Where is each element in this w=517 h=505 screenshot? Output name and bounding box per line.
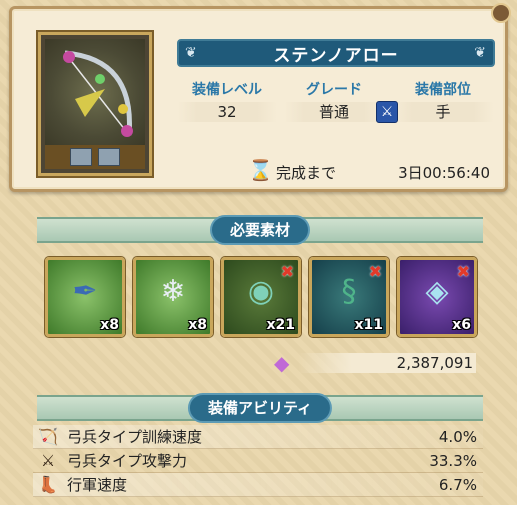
ability-value: 33.3% (429, 452, 477, 470)
abilities-banner: 装備アビリティ (37, 393, 483, 423)
cost-value: 2,387,091 (396, 354, 473, 372)
material-serpent[interactable]: § ✖ x11 (309, 257, 389, 337)
slot-label: 装備部位 (415, 82, 471, 98)
ability-name: 行軍速度 (67, 476, 128, 494)
item-card: ❦ ステンノアロー ❦ 装備レベル 32 グレード 普通 装備部位 手 ⚔ ⌛ … (9, 3, 511, 192)
missing-x-icon: ✖ (368, 262, 382, 281)
gem-icon: ◆ (274, 351, 290, 375)
material-count: x8 (188, 317, 207, 333)
material-count: x8 (100, 317, 119, 333)
item-portrait (38, 32, 152, 176)
ability-row: 👢 行軍速度 6.7% (33, 473, 483, 497)
materials-title: 必要素材 (209, 215, 311, 245)
missing-x-icon: ✖ (456, 262, 470, 281)
gem-slot-1 (70, 148, 92, 166)
material-crystal-drop[interactable]: ◈ ✖ x6 (397, 257, 477, 337)
feather-icon: ✒ (72, 274, 98, 309)
gem-slot-2 (98, 148, 120, 166)
stat-level: 装備レベル 32 (177, 79, 277, 122)
level-value: 32 (177, 102, 277, 122)
bow-icon (45, 39, 145, 147)
ability-row: ⚔ 弓兵タイプ攻撃力 33.3% (33, 449, 483, 473)
materials-list: ✒ x8 ❄ x8 ◉ ✖ x21 § ✖ x11 ◈ ✖ x6 (45, 257, 477, 337)
material-ice-block[interactable]: ❄ x8 (133, 257, 213, 337)
ornament-right-icon: ❦ (474, 45, 487, 61)
material-count: x6 (452, 317, 471, 333)
hourglass-icon: ⌛ (248, 158, 273, 182)
cost-row: ◆ 2,387,091 (272, 349, 477, 375)
ability-value: 6.7% (438, 476, 477, 494)
material-feather[interactable]: ✒ x8 (45, 257, 125, 337)
timer-value: 3日00:56:40 (398, 164, 490, 182)
level-label: 装備レベル (192, 82, 262, 98)
materials-banner: 必要素材 (37, 215, 483, 245)
slot-value: 手 (392, 102, 494, 122)
ability-row: 🏹 弓兵タイプ訓練速度 4.0% (33, 425, 483, 449)
stat-slot: 装備部位 手 (392, 79, 494, 122)
material-count: x11 (354, 317, 383, 333)
grade-label: グレード (306, 82, 362, 98)
ability-value: 4.0% (438, 428, 477, 446)
timer-label: 完成まで (276, 164, 337, 182)
material-amulet[interactable]: ◉ ✖ x21 (221, 257, 301, 337)
item-name: ステンノアロー (273, 45, 399, 66)
stat-grade: グレード 普通 (284, 79, 384, 122)
item-name-banner: ❦ ステンノアロー ❦ (177, 39, 495, 67)
missing-x-icon: ✖ (280, 262, 294, 281)
archer-icon: 🏹 (38, 427, 58, 446)
timer-row: ⌛ 完成まで 3日00:56:40 (248, 157, 494, 185)
sword-icon: ⚔ (40, 451, 56, 470)
abilities-title: 装備アビリティ (187, 393, 333, 423)
material-count: x21 (266, 317, 295, 333)
close-button[interactable] (491, 3, 511, 23)
ability-name: 弓兵タイプ攻撃力 (67, 452, 188, 470)
ice-block-icon: ❄ (160, 274, 186, 309)
ornament-left-icon: ❦ (185, 45, 198, 61)
abilities-list: 🏹 弓兵タイプ訓練速度 4.0% ⚔ 弓兵タイプ攻撃力 33.3% 👢 行軍速度… (33, 425, 483, 497)
boot-icon: 👢 (38, 475, 58, 494)
grade-value: 普通 (284, 102, 384, 122)
ability-name: 弓兵タイプ訓練速度 (67, 428, 203, 446)
hand-slot-icon: ⚔ (376, 101, 398, 123)
